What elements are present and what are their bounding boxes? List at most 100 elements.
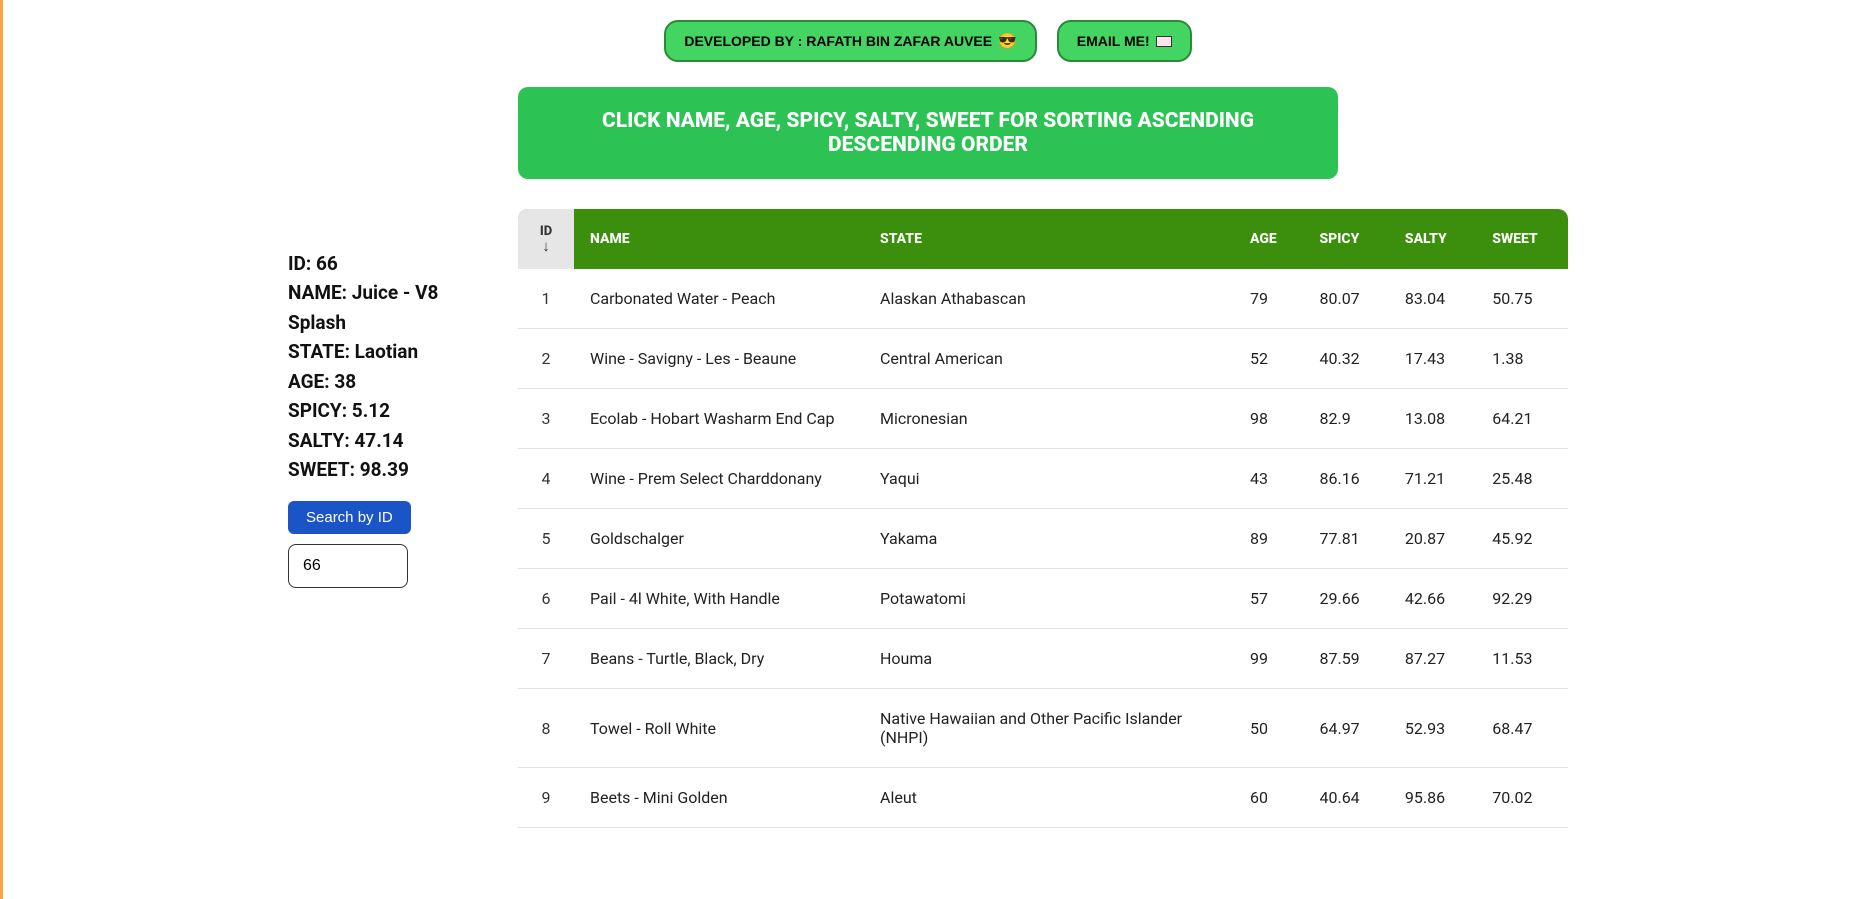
table-header-row: ID ↓ NAME STATE AGE SPICY SALTY SWEET: [518, 209, 1568, 269]
top-buttons-row: DEVELOPED BY : RAFATH BIN ZAFAR AUVEE 😎 …: [23, 20, 1833, 62]
detail-sidebar: ID: 66 NAME: Juice - V8 Splash STATE: La…: [288, 209, 488, 828]
cell-sweet: 68.47: [1476, 689, 1568, 768]
cell-spicy: 86.16: [1303, 449, 1388, 509]
cell-salty: 71.21: [1389, 449, 1476, 509]
table-row: 3Ecolab - Hobart Washarm End CapMicrones…: [518, 389, 1568, 449]
cell-name: Beans - Turtle, Black, Dry: [574, 629, 864, 689]
detail-age: AGE: 38: [288, 367, 488, 396]
cell-id: 9: [518, 768, 574, 828]
detail-state-label: STATE:: [288, 340, 350, 363]
detail-spicy: SPICY: 5.12: [288, 396, 488, 425]
column-header-name[interactable]: NAME: [574, 209, 864, 269]
detail-salty-label: SALTY:: [288, 429, 350, 452]
cell-sweet: 45.92: [1476, 509, 1568, 569]
cell-sweet: 1.38: [1476, 329, 1568, 389]
detail-id-value: 66: [316, 252, 338, 275]
detail-state: STATE: Laotian: [288, 337, 488, 366]
cell-age: 57: [1234, 569, 1303, 629]
love-letter-icon: [1156, 36, 1172, 47]
email-button[interactable]: EMAIL ME!: [1057, 20, 1192, 62]
search-by-id-button[interactable]: Search by ID: [288, 501, 411, 534]
column-header-spicy[interactable]: SPICY: [1303, 209, 1388, 269]
cell-name: Wine - Savigny - Les - Beaune: [574, 329, 864, 389]
cell-salty: 83.04: [1389, 269, 1476, 329]
cell-state: Micronesian: [864, 389, 1234, 449]
cell-state: Native Hawaiian and Other Pacific Island…: [864, 689, 1234, 768]
cell-name: Pail - 4l White, With Handle: [574, 569, 864, 629]
cell-state: Houma: [864, 629, 1234, 689]
cell-age: 60: [1234, 768, 1303, 828]
detail-sweet: SWEET: 98.39: [288, 455, 488, 484]
column-header-sweet[interactable]: SWEET: [1476, 209, 1568, 269]
cell-state: Potawatomi: [864, 569, 1234, 629]
detail-age-label: AGE:: [288, 370, 330, 393]
cell-id: 2: [518, 329, 574, 389]
cell-state: Yaqui: [864, 449, 1234, 509]
cell-spicy: 77.81: [1303, 509, 1388, 569]
cell-age: 89: [1234, 509, 1303, 569]
detail-state-value: Laotian: [355, 340, 418, 363]
detail-salty-value: 47.14: [354, 429, 403, 452]
detail-id: ID: 66: [288, 249, 488, 278]
column-header-salty[interactable]: SALTY: [1389, 209, 1476, 269]
developer-button[interactable]: DEVELOPED BY : RAFATH BIN ZAFAR AUVEE 😎: [664, 20, 1036, 62]
column-header-id[interactable]: ID ↓: [518, 209, 574, 269]
cell-name: Goldschalger: [574, 509, 864, 569]
cell-salty: 20.87: [1389, 509, 1476, 569]
detail-salty: SALTY: 47.14: [288, 426, 488, 455]
cell-age: 50: [1234, 689, 1303, 768]
table-row: 2Wine - Savigny - Les - BeauneCentral Am…: [518, 329, 1568, 389]
cell-name: Beets - Mini Golden: [574, 768, 864, 828]
cell-sweet: 70.02: [1476, 768, 1568, 828]
table-row: 5GoldschalgerYakama8977.8120.8745.92: [518, 509, 1568, 569]
cell-salty: 95.86: [1389, 768, 1476, 828]
detail-age-value: 38: [334, 370, 356, 393]
detail-id-label: ID:: [288, 252, 311, 275]
data-table: ID ↓ NAME STATE AGE SPICY SALTY SWEET 1C…: [518, 209, 1568, 828]
cell-name: Ecolab - Hobart Washarm End Cap: [574, 389, 864, 449]
cell-state: Yakama: [864, 509, 1234, 569]
cell-state: Central American: [864, 329, 1234, 389]
cell-sweet: 92.29: [1476, 569, 1568, 629]
cell-salty: 52.93: [1389, 689, 1476, 768]
arrow-down-icon: ↓: [542, 237, 550, 255]
cell-id: 5: [518, 509, 574, 569]
cell-sweet: 64.21: [1476, 389, 1568, 449]
cell-name: Wine - Prem Select Charddonany: [574, 449, 864, 509]
table-row: 4Wine - Prem Select CharddonanyYaqui4386…: [518, 449, 1568, 509]
cell-id: 3: [518, 389, 574, 449]
table-body: 1Carbonated Water - PeachAlaskan Athabas…: [518, 269, 1568, 828]
cell-age: 79: [1234, 269, 1303, 329]
cell-sweet: 11.53: [1476, 629, 1568, 689]
cell-salty: 13.08: [1389, 389, 1476, 449]
cell-id: 4: [518, 449, 574, 509]
detail-spicy-label: SPICY:: [288, 399, 347, 422]
cell-age: 99: [1234, 629, 1303, 689]
cell-spicy: 64.97: [1303, 689, 1388, 768]
detail-sweet-value: 98.39: [360, 458, 409, 481]
table-row: 8Towel - Roll WhiteNative Hawaiian and O…: [518, 689, 1568, 768]
detail-name-label: NAME:: [288, 281, 347, 304]
sunglasses-emoji-icon: 😎: [998, 32, 1017, 50]
cell-name: Carbonated Water - Peach: [574, 269, 864, 329]
cell-salty: 17.43: [1389, 329, 1476, 389]
cell-sweet: 50.75: [1476, 269, 1568, 329]
cell-id: 1: [518, 269, 574, 329]
column-header-state: STATE: [864, 209, 1234, 269]
cell-spicy: 82.9: [1303, 389, 1388, 449]
cell-spicy: 29.66: [1303, 569, 1388, 629]
cell-name: Towel - Roll White: [574, 689, 864, 768]
detail-spicy-value: 5.12: [352, 399, 390, 422]
column-header-age[interactable]: AGE: [1234, 209, 1303, 269]
cell-id: 8: [518, 689, 574, 768]
search-id-input[interactable]: [288, 544, 408, 588]
developer-label: DEVELOPED BY : RAFATH BIN ZAFAR AUVEE: [684, 33, 992, 49]
cell-id: 6: [518, 569, 574, 629]
table-row: 1Carbonated Water - PeachAlaskan Athabas…: [518, 269, 1568, 329]
cell-state: Alaskan Athabascan: [864, 269, 1234, 329]
cell-age: 52: [1234, 329, 1303, 389]
cell-salty: 42.66: [1389, 569, 1476, 629]
cell-state: Aleut: [864, 768, 1234, 828]
table-row: 6Pail - 4l White, With HandlePotawatomi5…: [518, 569, 1568, 629]
email-label: EMAIL ME!: [1077, 33, 1150, 49]
